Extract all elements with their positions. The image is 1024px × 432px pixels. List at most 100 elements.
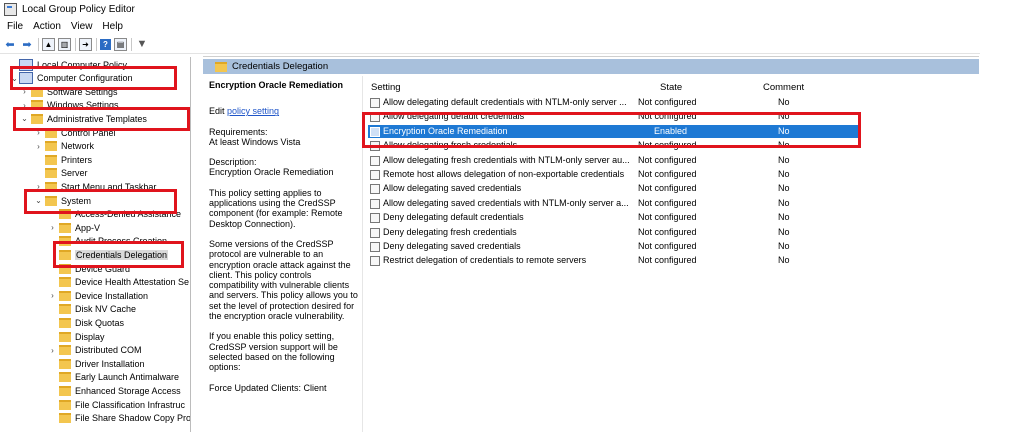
table-row[interactable]: Allow delegating default credentials wit… (368, 96, 860, 109)
requirements-value: At least Windows Vista (209, 136, 301, 147)
comment-cell: No (778, 197, 790, 208)
up-folder-icon[interactable]: ▲ (42, 37, 55, 51)
tree-item[interactable]: › Distributed COM (48, 344, 142, 357)
folder-icon (45, 154, 57, 165)
toolbar-separator (96, 37, 97, 51)
menu-action[interactable]: Action (33, 21, 61, 32)
tree-item-label: Disk NV Cache (75, 304, 137, 315)
show-hide-tree-icon[interactable]: ▥ (58, 37, 71, 51)
tree-item[interactable]: Early Launch Antimalware (48, 371, 179, 384)
setting-cell: Allow delegating saved credentials with … (383, 197, 629, 208)
table-row[interactable]: Allow delegating fresh credentials with … (368, 154, 860, 167)
tree-item[interactable]: Server (34, 167, 88, 180)
column-header-comment[interactable]: Comment (763, 82, 804, 93)
tree-item[interactable]: Display (48, 330, 105, 343)
tree-item[interactable]: › Network (34, 140, 94, 153)
state-cell: Not configured (638, 97, 697, 107)
app-icon (4, 2, 17, 16)
tree-item-label: Early Launch Antimalware (75, 372, 180, 383)
tree-item[interactable]: Device Health Attestation Se (48, 276, 189, 289)
folder-icon (45, 141, 57, 152)
policy-setting-icon (370, 242, 380, 252)
policy-setting-link[interactable]: policy setting (227, 106, 279, 116)
export-list-icon[interactable]: ➜ (79, 37, 92, 51)
state-cell: Not configured (638, 241, 697, 251)
menu-view[interactable]: View (71, 21, 93, 32)
edit-prefix: Edit (209, 106, 228, 117)
state-cell: Not configured (638, 226, 697, 237)
policy-setting-icon (370, 213, 380, 224)
policy-description-pane: Encryption Oracle Remediation Edit polic… (209, 80, 361, 403)
menu-file[interactable]: File (7, 21, 23, 32)
properties-icon[interactable]: ▤ (114, 37, 127, 51)
tree-item[interactable]: Printers (34, 153, 92, 166)
tree-item[interactable]: Disk NV Cache (48, 303, 136, 316)
folder-icon (59, 304, 71, 315)
help-icon[interactable]: ? (100, 38, 111, 50)
menu-help[interactable]: Help (102, 21, 123, 32)
comment-cell: No (778, 154, 790, 165)
policy-setting-icon (370, 98, 380, 108)
chevron-right-icon[interactable]: › (34, 142, 43, 151)
table-row[interactable]: Deny delegating default credentials Not c… (368, 211, 860, 224)
tree-item[interactable]: Enhanced Storage Access (48, 384, 181, 397)
folder-icon (59, 385, 71, 396)
highlight-box-system (24, 189, 177, 214)
chevron-right-icon[interactable]: › (48, 291, 57, 300)
toolbar-separator (131, 37, 132, 51)
tree-item-label: Distributed COM (75, 345, 142, 356)
state-cell: Not configured (638, 255, 697, 266)
window-title: Local Group Policy Editor (22, 3, 135, 15)
requirements: Requirements: At least Windows Vista (209, 127, 361, 148)
column-header-state[interactable]: State (660, 82, 682, 93)
table-row[interactable]: Allow delegating saved credentials Not co… (368, 182, 860, 195)
folder-icon (59, 331, 71, 342)
highlight-box-administrative-templates (13, 107, 190, 131)
extended-view-header: Credentials Delegation (203, 59, 979, 74)
tree-item[interactable]: Driver Installation (48, 357, 145, 370)
table-row[interactable]: Deny delegating fresh credentials Not con… (368, 226, 860, 239)
forward-arrow-icon[interactable]: ➡ (20, 37, 34, 51)
setting-cell: Deny delegating saved credentials (383, 241, 521, 251)
description-value: Encryption Oracle Remediation (209, 167, 334, 178)
tree-item[interactable]: File Classification Infrastruc (48, 398, 185, 411)
table-row[interactable]: Deny delegating saved credentials Not con… (368, 240, 860, 253)
tree-item-label: File Classification Infrastruc (75, 399, 186, 410)
tree-item-label: File Share Shadow Copy Pro (75, 413, 191, 424)
policy-setting-icon (370, 155, 380, 166)
tree-item[interactable]: › Device Installation (48, 289, 148, 302)
tree-item[interactable]: › App-V (48, 221, 100, 234)
tree-item[interactable]: Disk Quotas (48, 316, 124, 329)
chevron-right-icon[interactable]: › (48, 346, 57, 355)
setting-cell: Restrict delegation of credentials to re… (383, 255, 587, 266)
tree-item-label: Printers (61, 154, 93, 165)
policy-title: Encryption Oracle Remediation (209, 80, 344, 90)
tree-item-label: Network (61, 141, 95, 152)
filter-icon[interactable]: ▼ (135, 37, 149, 51)
setting-cell: Allow delegating default credentials wit… (383, 97, 627, 107)
pane-divider (203, 56, 979, 57)
table-row[interactable]: Remote host allows delegation of non-exp… (368, 168, 860, 181)
edit-line: Edit policy setting (209, 106, 361, 116)
table-row[interactable]: Restrict delegation of credentials to re… (368, 254, 860, 267)
column-header-setting[interactable]: Setting (371, 82, 401, 93)
comment-cell: No (778, 183, 790, 194)
comment-cell: No (778, 241, 790, 251)
folder-icon (59, 372, 71, 383)
tree-item-label: App-V (75, 222, 101, 233)
table-row[interactable]: Allow delegating saved credentials with … (368, 197, 860, 210)
back-arrow-icon[interactable]: ⬅ (3, 37, 17, 51)
comment-cell: No (778, 255, 790, 266)
folder-icon (45, 168, 57, 179)
description: Description: Encryption Oracle Remediatio… (209, 157, 361, 178)
description-label: Description: (209, 157, 257, 168)
description-paragraph: If you enable this policy setting, CredS… (209, 331, 338, 373)
requirements-label: Requirements: (209, 126, 268, 137)
highlight-box-encryption-oracle (362, 112, 861, 148)
folder-icon (59, 358, 71, 369)
title-bar: Local Group Policy Editor (0, 0, 1024, 18)
chevron-right-icon[interactable]: › (48, 223, 57, 232)
policy-setting-icon (370, 170, 380, 180)
state-cell: Not configured (638, 169, 697, 179)
tree-item[interactable]: File Share Shadow Copy Pro (48, 412, 191, 425)
